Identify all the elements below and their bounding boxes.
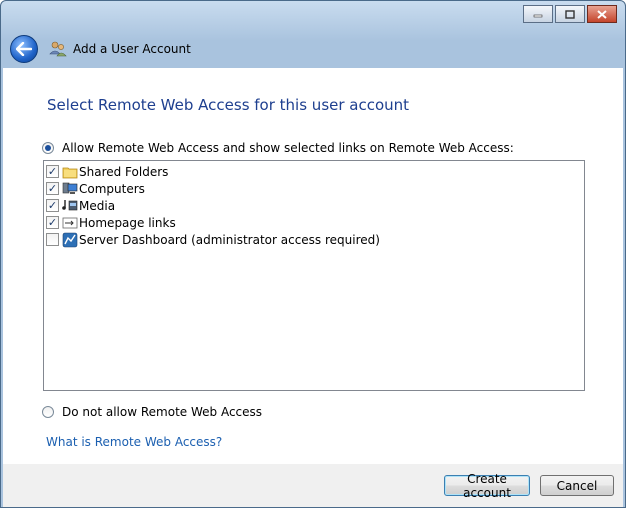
list-item-label: Media: [79, 198, 116, 213]
homepage-links-checkbox[interactable]: ✓: [46, 216, 59, 229]
users-icon: [49, 41, 67, 57]
folder-icon: [62, 164, 78, 180]
list-item-media[interactable]: ✓ Media: [44, 197, 584, 214]
help-link[interactable]: What is Remote Web Access?: [46, 435, 222, 449]
back-button[interactable]: [10, 35, 38, 63]
close-button[interactable]: [587, 5, 617, 23]
list-item-shared-folders[interactable]: ✓ Shared Folders: [44, 163, 584, 180]
server-dashboard-icon: [62, 232, 78, 248]
deny-radio-label: Do not allow Remote Web Access: [62, 405, 263, 419]
back-arrow-icon: [16, 42, 32, 56]
window-title: Add a User Account: [73, 42, 191, 56]
content-area: Select Remote Web Access for this user a…: [3, 68, 623, 464]
wizard-footer: Create account Cancel: [3, 464, 623, 507]
caption-buttons: [523, 5, 617, 23]
close-icon: [597, 9, 607, 19]
allow-radio-label: Allow Remote Web Access and show selecte…: [62, 141, 514, 155]
list-item-label: Computers: [79, 181, 145, 196]
maximize-icon: [565, 9, 575, 19]
allow-radio[interactable]: [42, 142, 54, 154]
list-item-homepage-links[interactable]: ✓ Homepage links: [44, 214, 584, 231]
deny-radio[interactable]: [42, 406, 54, 418]
add-user-account-window: Add a User Account Select Remote Web Acc…: [0, 0, 626, 508]
list-item-label: Homepage links: [79, 215, 176, 230]
allow-remote-access-option[interactable]: Allow Remote Web Access and show selecte…: [42, 141, 514, 155]
minimize-icon: [533, 14, 543, 18]
shared-folders-checkbox[interactable]: ✓: [46, 165, 59, 178]
deny-remote-access-option[interactable]: Do not allow Remote Web Access: [42, 405, 262, 419]
create-account-button[interactable]: Create account: [444, 472, 530, 500]
computers-checkbox[interactable]: ✓: [46, 182, 59, 195]
links-checklist[interactable]: ✓ Shared Folders ✓ Computers ✓ Media ✓ H…: [43, 160, 585, 391]
media-icon: [62, 198, 78, 214]
homepage-links-icon: [62, 215, 78, 231]
list-item-label: Shared Folders: [79, 164, 169, 179]
wizard-header: Add a User Account: [7, 31, 619, 67]
server-dashboard-checkbox[interactable]: [46, 233, 59, 246]
computers-icon: [62, 181, 78, 197]
minimize-button[interactable]: [523, 5, 553, 23]
cancel-button[interactable]: Cancel: [540, 475, 614, 496]
list-item-computers[interactable]: ✓ Computers: [44, 180, 584, 197]
media-checkbox[interactable]: ✓: [46, 199, 59, 212]
page-heading: Select Remote Web Access for this user a…: [47, 96, 410, 114]
list-item-label: Server Dashboard (administrator access r…: [79, 232, 380, 247]
list-item-server-dashboard[interactable]: Server Dashboard (administrator access r…: [44, 231, 584, 248]
maximize-button[interactable]: [555, 5, 585, 23]
